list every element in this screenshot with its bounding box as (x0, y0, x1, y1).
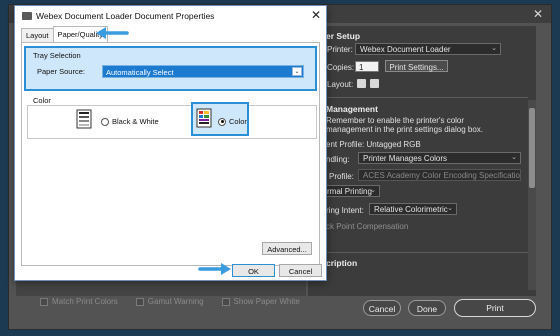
chevron-down-icon: ⌄ (511, 154, 517, 161)
chevron-down-icon[interactable]: ⌄ (292, 67, 302, 76)
normal-printing-value: rmal Printing (327, 187, 372, 196)
printer-profile-label: Profile: (329, 172, 354, 181)
printer-bw-icon (76, 109, 92, 129)
document-properties-dialog: Webex Document Loader Document Propertie… (14, 5, 327, 281)
black-white-label: Black & White (112, 117, 159, 126)
black-point-compensation-label: ck Point Compensation (326, 222, 409, 231)
gamut-warning-option[interactable]: Gamut Warning (135, 297, 204, 306)
panel-scrollbar-thumb[interactable] (529, 108, 535, 188)
color-handling-value: Printer Manages Colors (363, 154, 448, 163)
copies-input[interactable]: 1 (355, 61, 379, 72)
rendering-intent-label: ring Intent: (326, 206, 364, 215)
description-heading: cription (326, 258, 358, 268)
chevron-down-icon: ⌄ (447, 205, 453, 212)
paper-source-value: Automatically Select (106, 68, 174, 77)
option-label: Show Paper White (233, 297, 300, 306)
printer-setup-heading: er Setup (326, 31, 361, 41)
chevron-down-icon: ⌄ (370, 187, 376, 194)
radio-icon[interactable] (101, 117, 109, 126)
section-divider (316, 97, 528, 98)
radio-icon[interactable] (218, 117, 226, 126)
section-divider (316, 252, 528, 253)
dialog-title: Webex Document Loader Document Propertie… (36, 11, 215, 21)
tab-layout[interactable]: Layout (21, 28, 54, 42)
tray-selection-label: Tray Selection (33, 51, 81, 60)
printer-label: Printer: (327, 45, 353, 54)
black-white-radio[interactable]: Black & White (101, 117, 159, 126)
color-group-box (27, 105, 317, 139)
option-label: Match Print Colors (52, 297, 118, 306)
normal-printing-select[interactable]: rmal Printing ⌄ (322, 185, 380, 197)
color-group-label: Color (33, 96, 51, 105)
dialog-titlebar: Webex Document Loader Document Propertie… (15, 6, 326, 26)
color-note-line1: Remember to enable the printer's color (326, 116, 465, 125)
color-handling-label: ndling: (326, 155, 350, 164)
window-icon (22, 12, 32, 20)
checkbox-icon[interactable] (40, 297, 48, 306)
advanced-button[interactable]: Advanced... (262, 242, 312, 255)
arrow-icon (198, 263, 231, 275)
printer-color-icon (196, 108, 212, 128)
rendering-intent-value: Relative Colorimetric (374, 205, 448, 214)
option-label: Gamut Warning (147, 297, 204, 306)
ps-done-button[interactable]: Done (408, 300, 446, 316)
color-note-line2: management in the print settings dialog … (326, 125, 483, 134)
show-paper-white-option[interactable]: Show Paper White (221, 297, 300, 306)
arrow-icon (96, 27, 129, 39)
printer-select[interactable]: Webex Document Loader ⌄ (355, 43, 501, 55)
color-label: Color (229, 117, 247, 126)
close-icon[interactable]: ✕ (533, 7, 543, 21)
color-management-heading: Management (326, 104, 378, 114)
copies-label: Copies: (327, 63, 355, 72)
color-handling-select[interactable]: Printer Manages Colors ⌄ (358, 152, 521, 164)
printer-select-value: Webex Document Loader (360, 45, 451, 54)
checkbox-icon[interactable] (135, 297, 144, 306)
match-print-colors-option[interactable]: Match Print Colors (40, 297, 118, 306)
close-icon[interactable]: ✕ (311, 8, 321, 22)
rendering-intent-select[interactable]: Relative Colorimetric ⌄ (369, 203, 457, 215)
cancel-button[interactable]: Cancel (279, 264, 322, 277)
color-radio[interactable]: Color (218, 117, 247, 126)
footer-options: Match Print Colors Gamut Warning Show Pa… (40, 297, 300, 306)
paper-source-select[interactable]: Automatically Select ⌄ (102, 65, 304, 78)
print-settings-button[interactable]: Print Settings... (385, 60, 448, 72)
printer-profile-select[interactable]: ACES Academy Color Encoding Specificatio… (358, 169, 521, 181)
landscape-layout-icon[interactable] (370, 79, 379, 88)
checkbox-icon[interactable] (221, 297, 230, 306)
chevron-down-icon: ⌄ (491, 45, 497, 52)
paper-source-label: Paper Source: (37, 67, 85, 76)
ps-cancel-button[interactable]: Cancel (363, 300, 401, 316)
layout-label: Layout: (327, 80, 354, 89)
portrait-layout-icon[interactable] (357, 79, 366, 88)
printer-profile-value: ACES Academy Color Encoding Specificatio… (363, 171, 521, 180)
ps-print-button[interactable]: Print (454, 299, 536, 317)
document-profile-text: ent Profile: Untagged RGB (326, 140, 421, 149)
ok-button[interactable]: OK (232, 264, 275, 277)
